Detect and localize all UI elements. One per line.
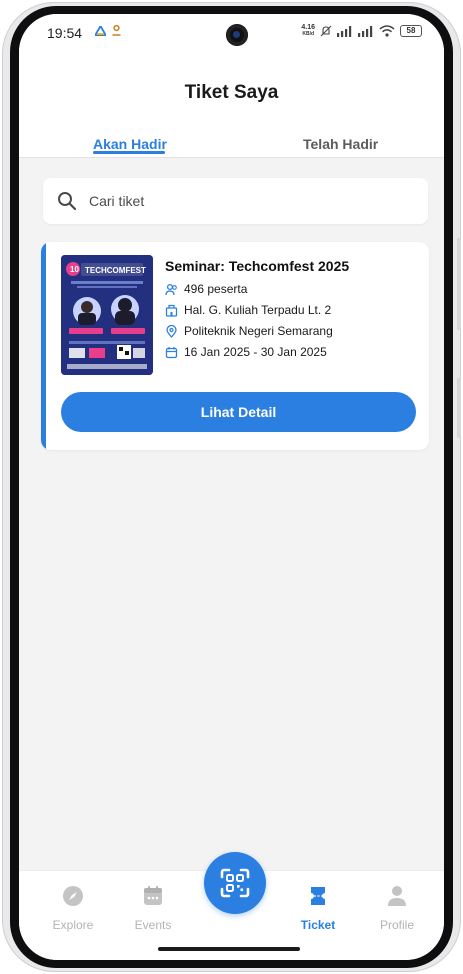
poster-title: TECHCOMFEST <box>85 266 146 275</box>
signal-icon-2 <box>358 25 373 37</box>
participants-row: 496 peserta <box>165 282 247 296</box>
ticket-icon <box>311 887 325 905</box>
event-title: Seminar: Techcomfest 2025 <box>165 258 350 274</box>
location-pin-icon <box>166 324 177 338</box>
nav-label-ticket: Ticket <box>300 918 336 932</box>
nav-ticket[interactable]: Ticket <box>286 885 350 932</box>
active-tab-indicator <box>93 151 165 154</box>
location-person-icon <box>112 25 121 36</box>
building-icon <box>165 304 178 317</box>
nav-events[interactable]: Events <box>121 885 185 932</box>
network-speed-unit: KB/d <box>302 31 315 37</box>
svg-text:10: 10 <box>70 265 79 274</box>
nav-label-explore: Explore <box>52 918 94 932</box>
status-indicators: 4.16 KB/d 58 <box>301 24 422 38</box>
search-input[interactable] <box>89 178 409 224</box>
drive-icon <box>95 25 106 36</box>
mute-bell-icon <box>320 25 332 37</box>
notification-icons <box>95 25 121 36</box>
battery-indicator: 58 <box>400 25 422 37</box>
calendar-icon <box>165 346 178 358</box>
person-icon <box>388 886 406 906</box>
poster-graphic: 10 TECHCOMFEST <box>61 255 153 375</box>
calendar-icon <box>144 886 162 905</box>
venue-name: Hal. G. Kuliah Terpadu Lt. 2 <box>184 303 332 317</box>
page-header: Tiket Saya Akan Hadir Telah Hadir <box>19 50 444 158</box>
app-screen: 19:54 4.16 KB/d 58 Tiket Saya Akan Hadir… <box>19 14 444 960</box>
search-icon <box>58 192 77 211</box>
tab-telah-hadir[interactable]: Telah Hadir <box>303 136 378 152</box>
front-camera <box>226 24 248 46</box>
status-bar: 19:54 4.16 KB/d 58 <box>19 14 444 50</box>
wifi-icon <box>379 25 395 37</box>
tab-akan-hadir[interactable]: Akan Hadir <box>93 136 167 152</box>
venue-row: Hal. G. Kuliah Terpadu Lt. 2 <box>165 303 331 317</box>
search-bar[interactable] <box>43 178 428 224</box>
card-accent-bar <box>41 242 46 450</box>
volume-button <box>457 238 461 330</box>
nav-label-profile: Profile <box>379 918 414 932</box>
event-poster: 10 TECHCOMFEST <box>61 255 153 375</box>
status-time: 19:54 <box>47 25 83 41</box>
page-title: Tiket Saya <box>184 82 279 103</box>
scan-qr-button[interactable] <box>204 852 266 914</box>
home-indicator[interactable] <box>158 947 300 951</box>
power-button <box>457 378 461 438</box>
event-date-range: 16 Jan 2025 - 30 Jan 2025 <box>184 345 327 359</box>
people-icon <box>165 283 177 295</box>
signal-icon <box>337 25 352 37</box>
organizer-name: Politeknik Negeri Semarang <box>184 324 333 338</box>
view-detail-button[interactable]: Lihat Detail <box>61 392 416 432</box>
nav-explore[interactable]: Explore <box>41 885 105 932</box>
network-speed: 4.16 KB/d <box>301 24 315 38</box>
participants-count: 496 peserta <box>184 282 248 296</box>
qr-scan-icon <box>220 868 250 898</box>
compass-icon <box>63 886 83 906</box>
ticket-card[interactable]: 10 TECHCOMFEST Seminar: Techcomfest 2025… <box>41 242 429 450</box>
nav-profile[interactable]: Profile <box>365 885 429 932</box>
nav-label-events: Events <box>134 918 172 932</box>
organizer-row: Politeknik Negeri Semarang <box>165 324 333 338</box>
network-speed-value: 4.16 <box>301 24 315 31</box>
date-row: 16 Jan 2025 - 30 Jan 2025 <box>165 345 327 359</box>
